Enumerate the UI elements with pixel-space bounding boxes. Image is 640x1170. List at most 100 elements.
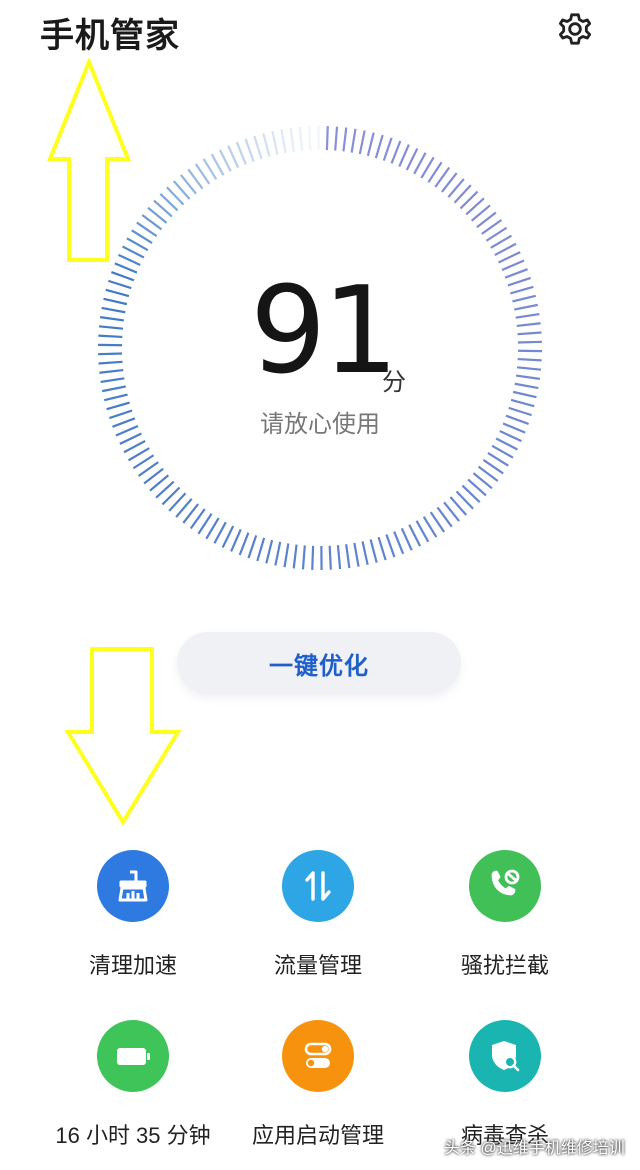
gauge-tick: [417, 521, 429, 542]
gauge-tick: [424, 517, 437, 537]
gauge-tick: [100, 317, 124, 320]
gauge-tick: [496, 439, 517, 450]
tool-icon-bg: [97, 850, 169, 922]
gauge-tick: [129, 448, 150, 460]
gauge-tick: [514, 305, 538, 310]
gauge-tick: [346, 544, 349, 568]
score-status: 请放心使用: [220, 404, 420, 439]
gauge-tick: [98, 336, 122, 337]
gauge-tick: [499, 252, 521, 262]
gauge-tick: [303, 545, 305, 569]
gauge-tick: [343, 128, 346, 152]
gauge-tick: [327, 126, 328, 150]
gauge-tick: [220, 150, 231, 171]
gauge-tick: [291, 128, 294, 152]
one-key-optimize-button[interactable]: 一键优化: [177, 632, 461, 694]
tool-clean-speedup[interactable]: 清理加速: [33, 850, 233, 1000]
gauge-tick: [109, 410, 132, 418]
gauge-tick: [371, 539, 377, 562]
gauge-tick: [495, 244, 516, 255]
gauge-tick: [102, 386, 126, 391]
gauge-tick: [257, 538, 264, 561]
gauge-tick: [512, 296, 535, 302]
data-transfer-icon: [298, 866, 338, 906]
gauge-tick: [518, 333, 542, 335]
gauge-tick: [392, 141, 401, 163]
gauge-tick: [379, 537, 386, 560]
gauge-tick: [511, 400, 534, 406]
gauge-tick: [104, 299, 127, 304]
gauge-tick: [107, 403, 130, 410]
gauge-tick: [281, 129, 285, 153]
gauge-tick: [223, 526, 234, 548]
tool-icon-bg: [469, 850, 541, 922]
gauge-tick: [352, 129, 356, 153]
gauge-tick: [237, 142, 246, 164]
gauge-tick: [214, 522, 225, 543]
gauge-tick: [98, 354, 122, 355]
gauge-tick: [407, 148, 418, 170]
tool-battery[interactable]: 16 小时 35 分钟: [33, 1020, 233, 1170]
tool-icon-bg: [282, 850, 354, 922]
gauge-tick: [402, 528, 412, 550]
battery-icon: [111, 1034, 155, 1078]
score-value: 91: [250, 272, 390, 392]
tool-label: 应用启动管理: [252, 1118, 384, 1150]
gauge-tick: [204, 159, 217, 179]
gauge-tick: [212, 154, 224, 175]
gauge-tick: [99, 326, 123, 328]
gauge-tick: [517, 367, 541, 369]
gauge-tick: [116, 426, 138, 435]
gauge-tick: [518, 359, 542, 360]
gauge-tick: [515, 384, 539, 388]
gauge-tick: [409, 525, 420, 546]
gauge-tick: [399, 145, 409, 167]
gauge-tick: [386, 535, 394, 558]
gauge-tick: [508, 278, 531, 286]
tool-harassment-block[interactable]: 骚扰拦截: [405, 850, 605, 1000]
gauge-tick: [513, 392, 536, 397]
gauge-tick: [421, 157, 433, 178]
gauge-tick: [354, 543, 358, 567]
gauge-tick: [108, 281, 131, 288]
annotation-arrow-down: [64, 646, 184, 826]
gauge-tick: [206, 518, 218, 539]
gauge-tick: [285, 543, 289, 567]
gauge-tick: [330, 546, 331, 570]
gauge-tick: [394, 532, 403, 554]
phone-block-icon: [483, 864, 527, 908]
gauge-tick: [228, 146, 238, 168]
gauge-tick: [505, 269, 527, 278]
tool-data-management[interactable]: 流量管理: [218, 850, 418, 1000]
gauge-tick: [312, 546, 313, 570]
gauge-tick: [335, 127, 337, 151]
gauge-tick: [118, 255, 140, 265]
gauge-tick: [246, 139, 254, 162]
gauge-tick: [124, 441, 145, 452]
gauge-tick: [517, 323, 541, 326]
tool-icon-bg: [469, 1020, 541, 1092]
gauge-tick: [300, 127, 302, 151]
gauge-tick: [254, 136, 261, 159]
gauge-tick: [248, 535, 256, 558]
broom-icon: [113, 866, 153, 906]
gauge-tick: [102, 308, 126, 312]
gauge-tick: [104, 395, 127, 401]
tool-label: 清理加速: [89, 948, 177, 980]
tool-icon-bg: [282, 1020, 354, 1092]
gauge-tick: [363, 541, 368, 564]
gauge-tick: [263, 133, 269, 156]
gauge-tick: [360, 131, 365, 155]
gauge-tick: [272, 131, 277, 154]
gauge-tick: [106, 290, 129, 296]
watermark: 头条 @迅维手机维修培训: [444, 1134, 625, 1158]
gauge-tick: [516, 314, 540, 318]
gauge-tick: [510, 287, 533, 294]
gauge-tick: [516, 376, 540, 379]
gauge-tick: [99, 362, 123, 364]
gauge-tick: [338, 545, 340, 569]
gauge-tick: [309, 126, 310, 150]
tool-app-launch-management[interactable]: 应用启动管理: [218, 1020, 418, 1170]
gauge-tick: [414, 153, 425, 174]
gauge-tick: [231, 529, 241, 551]
